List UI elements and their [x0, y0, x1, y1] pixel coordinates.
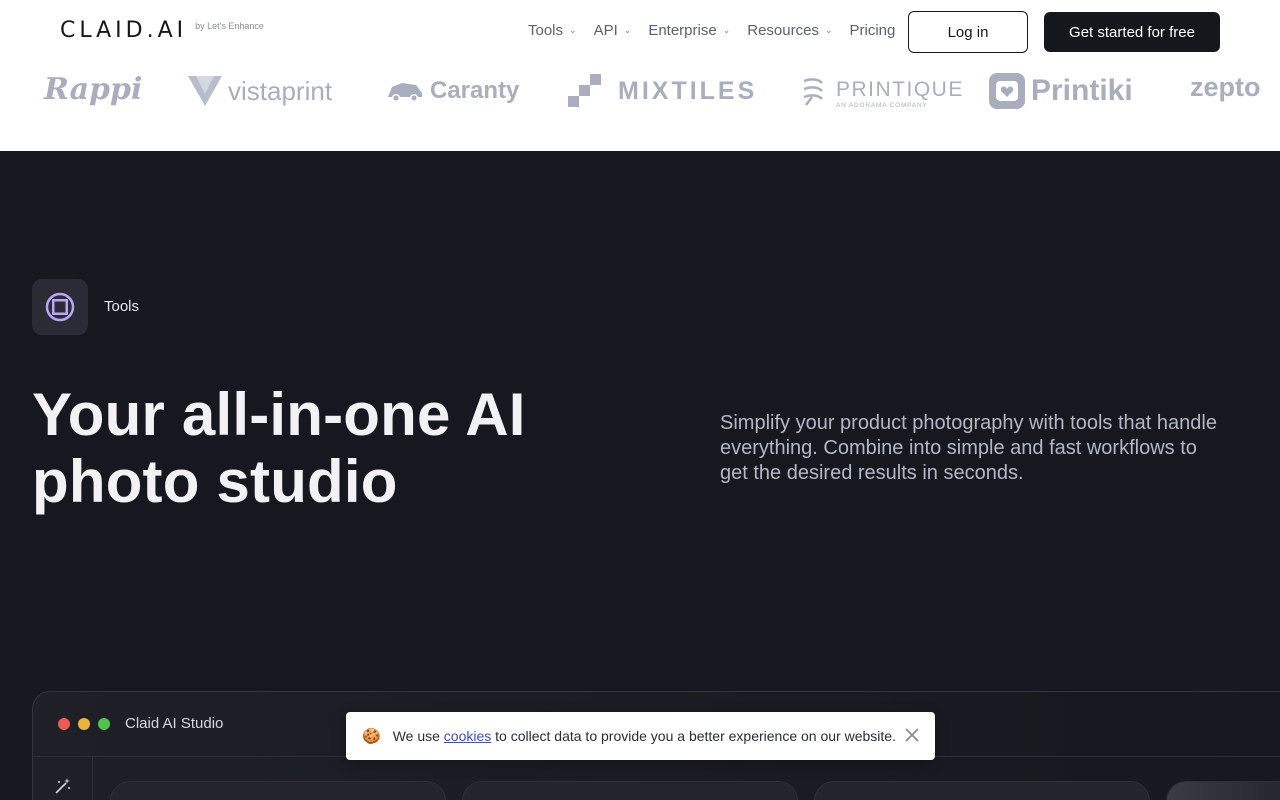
chevron-down-icon: ⌄ [722, 25, 731, 35]
hero-title-line: photo studio [32, 448, 398, 515]
chevron-down-icon: ⌄ [569, 25, 577, 35]
close-icon[interactable] [903, 726, 921, 744]
tools-label: Tools [104, 298, 140, 315]
partner-logo-printiki: Printiki [989, 68, 1133, 114]
hero-section: Tools Your all-in-one AI photo studio Si… [0, 151, 1280, 800]
partner-logos-strip: Rappi vistaprint Caranty MIXTILES PRINTI… [0, 64, 1280, 151]
partner-logo-rappi: Rappi [44, 71, 143, 107]
main-nav: Tools ⌄ API ⌄ Enterprise ⌄ Resources ⌄ Prici… [528, 22, 912, 39]
printiki-mark-icon [989, 73, 1025, 109]
hero-title: Your all-in-one AI photo studio [32, 381, 652, 515]
magic-wand-icon[interactable] [54, 777, 72, 795]
claid-logo[interactable]: CLAID.AI by Let's Enhance [60, 18, 264, 43]
partner-name: MIXTILES [618, 76, 758, 105]
nav-label: Enterprise [648, 22, 717, 39]
nav-item-api[interactable]: API ⌄ [594, 22, 632, 39]
partner-logo-zepto: zepto [1190, 71, 1261, 102]
tool-card[interactable] [462, 781, 798, 800]
partner-tagline: AN ADORAMA COMPANY [836, 101, 928, 109]
nav-label: API [593, 22, 618, 39]
nav-item-tools[interactable]: Tools ⌄ [528, 22, 577, 39]
logo-wordmark: CLAID.AI [60, 18, 188, 43]
site-header: CLAID.AI by Let's Enhance Tools ⌄ API ⌄ En… [0, 0, 1280, 64]
chevron-down-icon: ⌄ [623, 25, 632, 35]
nav-label: Resources [747, 22, 819, 39]
tool-card[interactable] [814, 781, 1150, 800]
partner-logo-printique: PRINTIQUE AN ADORAMA COMPANY [802, 70, 964, 116]
partner-logo-caranty: Caranty [386, 68, 519, 114]
nav-label: Tools [528, 22, 564, 39]
window-minimize-dot[interactable] [78, 718, 90, 730]
studio-title: Claid AI Studio [125, 715, 224, 732]
nav-item-pricing[interactable]: Pricing [849, 22, 895, 39]
cookie-text-before: We use [392, 728, 444, 744]
cookie-message: We use cookies to collect data to provid… [393, 728, 896, 744]
crop-frame-icon [45, 292, 75, 322]
cookie-text-after: to collect data to provide you a better … [491, 728, 896, 744]
mixtiles-mark-icon [568, 74, 601, 107]
nav-item-enterprise[interactable]: Enterprise ⌄ [648, 22, 730, 39]
hero-title-line: Your all-in-one AI [32, 381, 526, 448]
chevron-down-icon: ⌄ [824, 25, 833, 35]
tool-card[interactable] [110, 781, 446, 800]
tool-card[interactable] [1166, 781, 1280, 800]
login-button[interactable]: Log in [908, 11, 1028, 53]
window-close-dot[interactable] [58, 718, 70, 730]
studio-sidebar [33, 757, 93, 800]
logo-subtitle: by Let's Enhance [195, 21, 264, 31]
nav-label: Pricing [849, 22, 896, 39]
nav-item-resources[interactable]: Resources ⌄ [747, 22, 832, 39]
partner-name: Printiki [1031, 74, 1133, 107]
window-maximize-dot[interactable] [98, 718, 110, 730]
partner-logo-vistaprint: vistaprint [188, 68, 332, 114]
hero-description: Simplify your product photography with t… [720, 412, 1217, 484]
vistaprint-mark-icon [188, 76, 222, 106]
partner-name: Caranty [430, 77, 520, 104]
printique-mark-icon [803, 78, 823, 106]
cookies-link[interactable]: cookies [444, 728, 491, 744]
partner-name: vistaprint [228, 75, 333, 106]
cookie-banner: 🍪 We use cookies to collect data to prov… [346, 712, 935, 760]
cookie-icon: 🍪 [362, 728, 381, 745]
car-icon [388, 83, 422, 102]
partner-name: PRINTIQUE [836, 77, 964, 101]
tools-badge [32, 279, 88, 335]
get-started-button[interactable]: Get started for free [1044, 12, 1220, 52]
partner-logo-mixtiles: MIXTILES [568, 68, 757, 114]
